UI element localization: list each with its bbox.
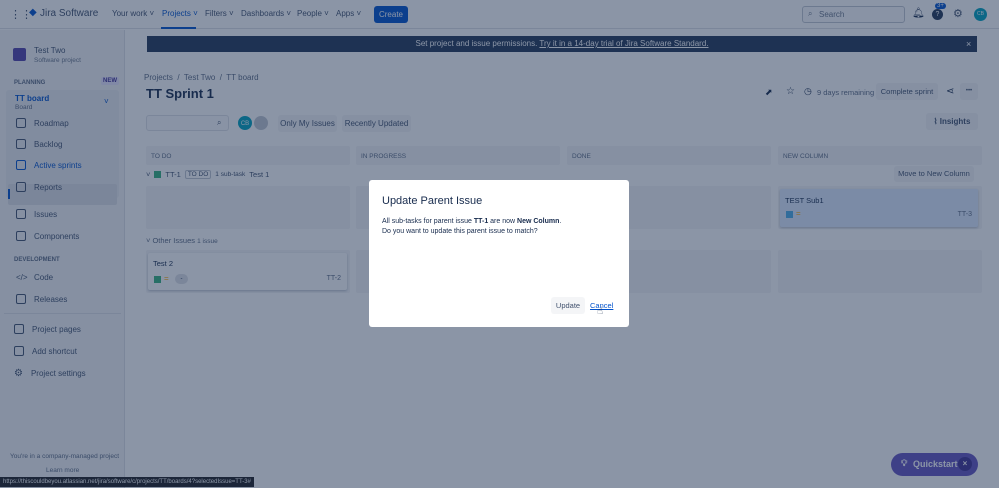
- update-button[interactable]: Update: [551, 297, 585, 314]
- hand-cursor-icon: ☝︎: [597, 306, 604, 317]
- update-parent-dialog: Update Parent Issue All sub-tasks for pa…: [369, 180, 629, 327]
- dialog-title: Update Parent Issue: [382, 195, 483, 207]
- dialog-message: All sub-tasks for parent issue TT-1 are …: [382, 218, 562, 235]
